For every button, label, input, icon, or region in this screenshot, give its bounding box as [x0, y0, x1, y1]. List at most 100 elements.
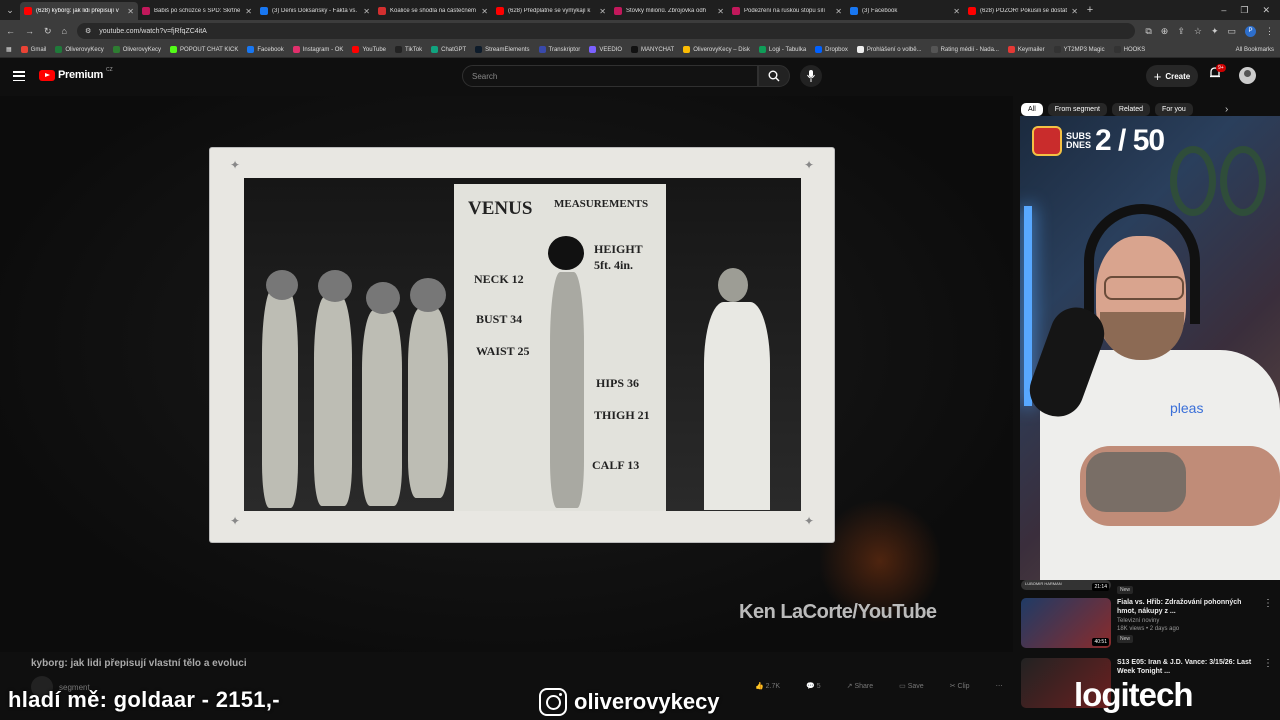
- notifications-button[interactable]: 9+: [1208, 64, 1226, 84]
- like-button[interactable]: 👍 2.7K: [755, 682, 780, 690]
- browser-tab[interactable]: (628) POZOR! Pokusili se dostat ✕: [964, 2, 1082, 20]
- bookmark-item[interactable]: TikTok: [395, 46, 422, 53]
- bookmark-item[interactable]: OliverovyKecy: [112, 46, 161, 53]
- search-input[interactable]: Search: [462, 65, 758, 87]
- shirt-text: pleas: [1170, 400, 1204, 416]
- recommendation-title[interactable]: Fiala vs. Hřib: Zdražování pohonných hmo…: [1117, 598, 1257, 616]
- more-options-icon[interactable]: ⋮: [1263, 598, 1273, 648]
- recommendation-item[interactable]: LUBOMIR HARMAN 21:14 New: [1021, 580, 1273, 594]
- browser-tab[interactable]: Koalice se shodla na částečném ✕: [374, 2, 492, 20]
- bookmark-item[interactable]: OliverovyKecy – Disk: [683, 46, 750, 53]
- browser-tab[interactable]: (628) kyborg: jak lidi přepisují v ✕: [20, 2, 138, 20]
- save-button[interactable]: ▭ Save: [899, 682, 924, 690]
- tab-close-icon[interactable]: ✕: [127, 7, 134, 16]
- recommendation-channel[interactable]: Televizní noviny: [1117, 618, 1257, 624]
- share-icon[interactable]: ⇪: [1177, 26, 1185, 37]
- profile-avatar[interactable]: P: [1245, 25, 1256, 37]
- new-tab-icon[interactable]: +: [1082, 4, 1098, 16]
- bookmark-item[interactable]: Rating médií - Nada...: [930, 46, 999, 53]
- bookmark-item[interactable]: ChatGPT: [431, 46, 466, 53]
- bookmark-item[interactable]: Dropbox: [815, 46, 848, 53]
- reload-icon[interactable]: ↻: [44, 26, 52, 37]
- bookmark-item[interactable]: Logi - Tabulka: [758, 46, 806, 53]
- bookmark-item[interactable]: Keymailer: [1007, 46, 1045, 53]
- apps-icon[interactable]: ▦: [6, 46, 12, 53]
- bookmark-item[interactable]: YouTube: [352, 46, 386, 53]
- tab-favicon-icon: [260, 7, 268, 15]
- bookmark-item[interactable]: HOOKS: [1113, 46, 1145, 53]
- clip-label: Clip: [957, 683, 970, 690]
- recommendation-title[interactable]: S13 E05: Iran & J.D. Vance: 3/15/26: Las…: [1117, 658, 1257, 676]
- contestant-hair: [266, 270, 298, 300]
- bookmark-item[interactable]: Instagram - OK: [292, 46, 343, 53]
- tab-close-icon[interactable]: ✕: [363, 7, 370, 16]
- more-actions-icon[interactable]: ⋯: [996, 682, 1003, 690]
- maximize-icon[interactable]: ❐: [1240, 5, 1248, 16]
- browser-tab[interactable]: Stovky milionů. Zbrojovka odh ✕: [610, 2, 728, 20]
- tab-close-icon[interactable]: ✕: [1071, 7, 1078, 16]
- bookmark-item[interactable]: OliverovyKecy: [55, 46, 104, 53]
- guide-menu-icon[interactable]: [13, 71, 25, 81]
- tab-close-icon[interactable]: ✕: [717, 7, 724, 16]
- tab-title: (3) Denis Doksanský - Fakta vs.: [272, 8, 358, 14]
- create-button[interactable]: + Create: [1146, 65, 1198, 87]
- forward-icon[interactable]: →: [25, 26, 34, 36]
- home-icon[interactable]: ⌂: [62, 26, 67, 36]
- browser-tab[interactable]: (3) Facebook ✕: [846, 2, 964, 20]
- tab-close-icon[interactable]: ✕: [481, 7, 488, 16]
- search-button[interactable]: [758, 65, 790, 87]
- recommendation-meta: 18K views • 2 days ago: [1117, 626, 1180, 632]
- filter-chip[interactable]: From segment: [1047, 103, 1107, 116]
- tab-close-icon[interactable]: ✕: [599, 7, 606, 16]
- bookmark-item[interactable]: Transkriptor: [538, 46, 580, 53]
- browser-tab[interactable]: Podezření na ruskou stopu sílí ✕: [728, 2, 846, 20]
- browser-menu-icon[interactable]: ⋮: [1265, 26, 1274, 37]
- bookmark-item[interactable]: Gmail: [20, 46, 46, 53]
- video-player[interactable]: ✦ ✦ ✦ ✦ VENUS MEASUREMENTS NECK 12 BUST …: [0, 96, 1013, 652]
- browser-tab[interactable]: (628) Předplatné se vymykají k ✕: [492, 2, 610, 20]
- tab-search-menu-icon[interactable]: ⌄: [0, 0, 20, 20]
- bookmark-item[interactable]: MANYCHAT: [631, 46, 674, 53]
- bookmark-item[interactable]: YT2MP3 Magic: [1053, 46, 1105, 53]
- back-icon[interactable]: ←: [6, 26, 15, 36]
- video-thumbnail[interactable]: LUBOMIR HARMAN 21:14: [1021, 580, 1111, 591]
- site-info-icon[interactable]: ⚙: [85, 27, 91, 35]
- bookmark-item[interactable]: StreamElements: [475, 46, 530, 53]
- tab-close-icon[interactable]: ✕: [953, 7, 960, 16]
- clip-button[interactable]: ✂ Clip: [950, 682, 970, 690]
- all-bookmarks-button[interactable]: All Bookmarks: [1236, 47, 1274, 53]
- browser-tab[interactable]: (3) Denis Doksanský - Fakta vs. ✕: [256, 2, 374, 20]
- url-field[interactable]: ⚙ youtube.com/watch?v=fjRfqZC4itA: [76, 23, 1136, 39]
- bookmark-label: POPOUT CHAT KICK: [180, 46, 239, 53]
- extensions-icon[interactable]: ✦: [1211, 26, 1219, 37]
- sidepanel-icon[interactable]: ▭: [1227, 26, 1236, 37]
- video-thumbnail[interactable]: 40:51: [1021, 598, 1111, 648]
- bookmark-favicon-icon: [55, 46, 63, 53]
- account-avatar[interactable]: [1239, 67, 1256, 84]
- recommendation-item[interactable]: 40:51 Fiala vs. Hřib: Zdražování pohonný…: [1021, 598, 1273, 648]
- bookmark-star-icon[interactable]: ☆: [1194, 26, 1202, 37]
- comments-button[interactable]: 💬 5: [806, 682, 821, 690]
- bookmark-item[interactable]: Prohlášení o volbě...: [856, 46, 922, 53]
- zoom-icon[interactable]: ⊕: [1161, 26, 1169, 37]
- tab-close-icon[interactable]: ✕: [835, 7, 842, 16]
- filter-chip[interactable]: For you: [1155, 103, 1193, 116]
- filter-chip[interactable]: Related: [1111, 103, 1151, 116]
- bookmark-label: Keymailer: [1017, 46, 1045, 53]
- tab-close-icon[interactable]: ✕: [245, 7, 252, 16]
- bookmark-item[interactable]: Facebook: [247, 46, 284, 53]
- bookmark-item[interactable]: POPOUT CHAT KICK: [170, 46, 238, 53]
- bookmark-item[interactable]: VEEDIO: [589, 46, 622, 53]
- filter-chip[interactable]: All: [1021, 103, 1043, 116]
- minimize-icon[interactable]: –: [1221, 5, 1226, 15]
- voice-search-button[interactable]: [800, 65, 822, 87]
- chevron-right-icon[interactable]: ›: [1225, 104, 1228, 115]
- close-window-icon[interactable]: ✕: [1262, 5, 1270, 16]
- share-button[interactable]: ↗ Share: [847, 682, 874, 690]
- bookmark-favicon-icon: [292, 46, 300, 53]
- translate-icon[interactable]: ⧉: [1145, 26, 1151, 37]
- youtube-premium-logo[interactable]: Premium CZ: [39, 67, 113, 81]
- tab-title: (628) POZOR! Pokusili se dostat: [980, 8, 1068, 14]
- more-options-icon[interactable]: ⋮: [1263, 658, 1273, 708]
- browser-tab[interactable]: Babiš po schůzce s SPD: Škrtne ✕: [138, 2, 256, 20]
